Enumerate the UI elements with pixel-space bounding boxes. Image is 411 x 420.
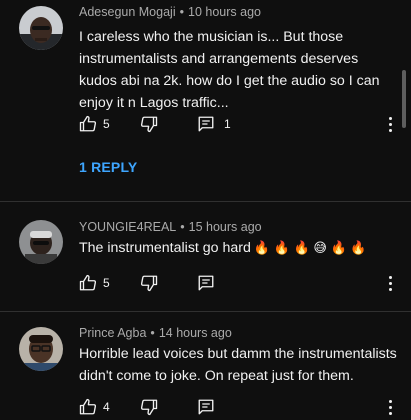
reply-button[interactable] — [197, 273, 215, 293]
reply-count: 1 — [224, 117, 231, 131]
comment-author[interactable]: YOUNGIE4REAL — [79, 220, 176, 234]
more-vert-icon-dot — [388, 406, 392, 409]
view-replies-link[interactable]: 1 REPLY — [79, 159, 137, 175]
more-vert-icon — [388, 276, 392, 279]
more-vert-icon-dot — [388, 282, 392, 285]
comment-author[interactable]: Prince Agba — [79, 326, 146, 340]
more-vert-icon-dot — [388, 123, 392, 126]
comments-section: Adesegun Mogaji • 10 hours ago I careless … — [0, 0, 411, 420]
thumbs-down-icon — [140, 399, 158, 416]
thumbs-down-icon — [140, 275, 158, 292]
comment-icon — [198, 275, 214, 291]
comment-icon — [198, 116, 214, 132]
like-count: 4 — [103, 400, 110, 414]
more-vert-icon-dot — [388, 412, 392, 415]
comment-meta: Prince Agba • 14 hours ago — [79, 326, 232, 340]
scrollbar[interactable] — [402, 70, 406, 128]
comment-text-wrap: The instrumentalist go hard 🔥 🔥 🔥 😅 🔥 🔥 — [79, 237, 399, 259]
comment-meta: YOUNGIE4REAL • 15 hours ago — [79, 220, 262, 234]
more-vert-icon-dot — [388, 288, 392, 291]
reply-button[interactable] — [197, 397, 215, 417]
emoji-sequence: 🔥 🔥 🔥 😅 🔥 🔥 — [253, 240, 367, 255]
comment-text: Horrible lead voices but damm the instru… — [79, 346, 397, 384]
avatar-photo — [19, 220, 63, 264]
avatar-photo — [19, 327, 63, 371]
avatar[interactable] — [19, 220, 63, 264]
comment-icon — [198, 399, 214, 415]
comment-meta: Adesegun Mogaji • 10 hours ago — [79, 5, 261, 19]
comment-author[interactable]: Adesegun Mogaji — [79, 5, 176, 19]
avatar-photo — [19, 6, 63, 50]
comment-time: 10 hours ago — [188, 5, 261, 19]
like-button[interactable]: 5 — [79, 273, 110, 293]
avatar[interactable] — [19, 327, 63, 371]
dislike-button[interactable] — [140, 397, 158, 417]
avatar[interactable] — [19, 6, 63, 50]
comment-time: 14 hours ago — [158, 326, 232, 340]
reply-button[interactable]: 1 — [197, 114, 231, 134]
more-options-button[interactable] — [384, 397, 396, 417]
comment-text: The instrumentalist go hard — [79, 240, 251, 256]
more-options-button[interactable] — [384, 273, 396, 293]
meta-separator: • — [150, 326, 155, 340]
more-vert-icon — [388, 400, 392, 403]
like-count: 5 — [103, 276, 110, 290]
meta-separator: • — [180, 220, 185, 234]
thumbs-down-icon — [140, 116, 158, 133]
thumbs-up-icon — [79, 115, 97, 132]
more-vert-icon — [388, 117, 392, 120]
comment-text: I careless who the musician is... But th… — [79, 29, 380, 111]
comment-time: 15 hours ago — [188, 220, 262, 234]
dislike-button[interactable] — [140, 273, 158, 293]
like-button[interactable]: 5 — [79, 114, 110, 134]
thumbs-up-icon — [79, 274, 97, 291]
dislike-button[interactable] — [140, 114, 158, 134]
more-options-button[interactable] — [384, 114, 396, 134]
divider — [0, 311, 411, 312]
like-count: 5 — [103, 117, 110, 131]
thumbs-up-icon — [79, 398, 97, 415]
meta-separator: • — [179, 5, 184, 19]
like-button[interactable]: 4 — [79, 397, 110, 417]
more-vert-icon-dot — [388, 129, 392, 132]
divider — [0, 201, 411, 202]
